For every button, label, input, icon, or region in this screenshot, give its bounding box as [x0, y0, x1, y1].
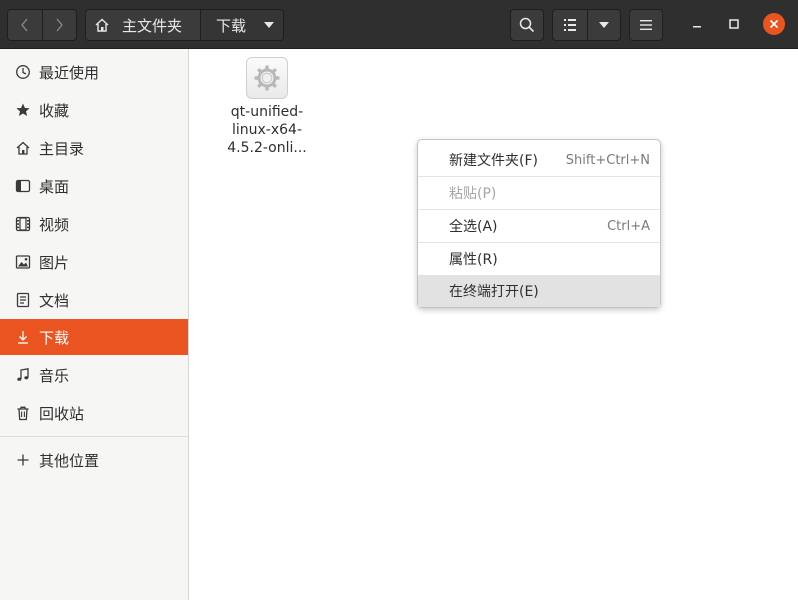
breadcrumb-home-label: 主文件夹 — [122, 16, 183, 35]
breadcrumb: 主文件夹 下载 — [85, 9, 284, 41]
sidebar-item-label: 其他位置 — [39, 451, 100, 470]
sidebar-item-videos[interactable]: 视频 — [0, 206, 188, 242]
image-icon — [14, 253, 32, 271]
star-icon — [14, 101, 32, 119]
menu-item-paste[interactable]: 粘贴(P) — [418, 177, 660, 209]
close-button[interactable] — [763, 13, 785, 35]
list-view-button[interactable] — [553, 10, 587, 40]
view-options — [552, 9, 621, 41]
minimize-icon — [693, 26, 701, 28]
back-button[interactable] — [8, 10, 42, 40]
close-icon — [769, 19, 779, 29]
list-view-icon — [563, 19, 576, 31]
menu-item-label: 新建文件夹(F) — [449, 153, 538, 169]
home-icon — [95, 18, 109, 32]
sidebar-item-recent[interactable]: 最近使用 — [0, 54, 188, 90]
chevron-left-icon — [21, 18, 28, 32]
sidebar-item-music[interactable]: 音乐 — [0, 357, 188, 393]
hamburger-menu-icon — [640, 20, 652, 30]
document-icon — [14, 291, 32, 309]
sidebar-item-label: 音乐 — [39, 366, 70, 385]
sidebar-item-documents[interactable]: 文档 — [0, 282, 188, 318]
sidebar-separator — [0, 436, 188, 437]
menu-item-select-all[interactable]: 全选(A) Ctrl+A — [418, 210, 660, 242]
breadcrumb-current-label: 下载 — [216, 16, 247, 35]
file-name-line: 4.5.2-onli... — [227, 140, 307, 156]
sidebar-item-label: 最近使用 — [39, 63, 100, 82]
maximize-icon — [729, 19, 739, 29]
header-bar: 主文件夹 下载 — [0, 0, 798, 49]
file-name: qt-unified- linux-x64- 4.5.2-onli... — [220, 103, 314, 157]
sidebar-item-other-locations[interactable]: 其他位置 — [0, 442, 188, 478]
clock-icon — [14, 63, 32, 81]
sidebar-item-label: 视频 — [39, 215, 70, 234]
forward-button[interactable] — [41, 10, 76, 40]
desktop-icon — [14, 177, 32, 195]
sidebar-item-starred[interactable]: 收藏 — [0, 92, 188, 128]
menu-item-properties[interactable]: 属性(R) — [418, 243, 660, 275]
sidebar-item-pictures[interactable]: 图片 — [0, 244, 188, 280]
sidebar-item-label: 下载 — [39, 328, 70, 347]
menu-item-new-folder[interactable]: 新建文件夹(F) Shift+Ctrl+N — [418, 144, 660, 176]
sidebar-item-label: 图片 — [39, 253, 70, 272]
menu-item-label: 粘贴(P) — [449, 186, 497, 202]
music-icon — [14, 366, 32, 384]
sidebar: 最近使用 收藏 主目录 桌面 视频 图片 文档 下载 音乐 回收站 其他位置 — [0, 49, 189, 600]
menu-item-label: 属性(R) — [449, 252, 498, 268]
navigation-buttons — [7, 9, 77, 41]
view-dropdown-button[interactable] — [586, 10, 621, 40]
search-icon — [519, 17, 535, 33]
sidebar-item-trash[interactable]: 回收站 — [0, 395, 188, 431]
main-menu-button[interactable] — [629, 9, 663, 41]
sidebar-item-downloads[interactable]: 下载 — [0, 319, 188, 355]
caret-down-icon — [264, 22, 274, 28]
trash-icon — [14, 404, 32, 422]
file-item[interactable]: qt-unified- linux-x64- 4.5.2-onli... — [220, 57, 314, 157]
sidebar-item-label: 文档 — [39, 291, 70, 310]
file-name-line: linux-x64- — [231, 122, 302, 138]
sidebar-item-label: 回收站 — [39, 404, 85, 423]
sidebar-item-label: 主目录 — [39, 139, 85, 158]
search-button[interactable] — [510, 9, 544, 41]
download-icon — [14, 328, 32, 346]
maximize-button[interactable] — [723, 13, 745, 35]
file-view[interactable]: qt-unified- linux-x64- 4.5.2-onli... — [190, 49, 798, 600]
chevron-right-icon — [56, 18, 64, 32]
menu-item-shortcut: Shift+Ctrl+N — [565, 152, 650, 168]
executable-gear-icon — [246, 57, 288, 99]
sidebar-item-label: 桌面 — [39, 177, 70, 196]
sidebar-item-home[interactable]: 主目录 — [0, 130, 188, 166]
menu-item-label: 在终端打开(E) — [449, 284, 539, 300]
video-icon — [14, 215, 32, 233]
context-menu: 新建文件夹(F) Shift+Ctrl+N 粘贴(P) 全选(A) Ctrl+A… — [417, 139, 661, 308]
sidebar-item-label: 收藏 — [39, 101, 70, 120]
menu-item-label: 全选(A) — [449, 219, 498, 235]
menu-item-shortcut: Ctrl+A — [607, 218, 650, 234]
breadcrumb-current[interactable]: 下载 — [200, 10, 283, 40]
caret-down-icon — [598, 22, 609, 28]
plus-icon — [14, 451, 32, 469]
file-name-line: qt-unified- — [230, 104, 304, 120]
sidebar-item-desktop[interactable]: 桌面 — [0, 168, 188, 204]
minimize-button[interactable] — [686, 13, 708, 35]
home-icon — [14, 139, 32, 157]
menu-item-open-in-terminal[interactable]: 在终端打开(E) — [418, 275, 660, 307]
breadcrumb-home[interactable]: 主文件夹 — [86, 10, 200, 40]
